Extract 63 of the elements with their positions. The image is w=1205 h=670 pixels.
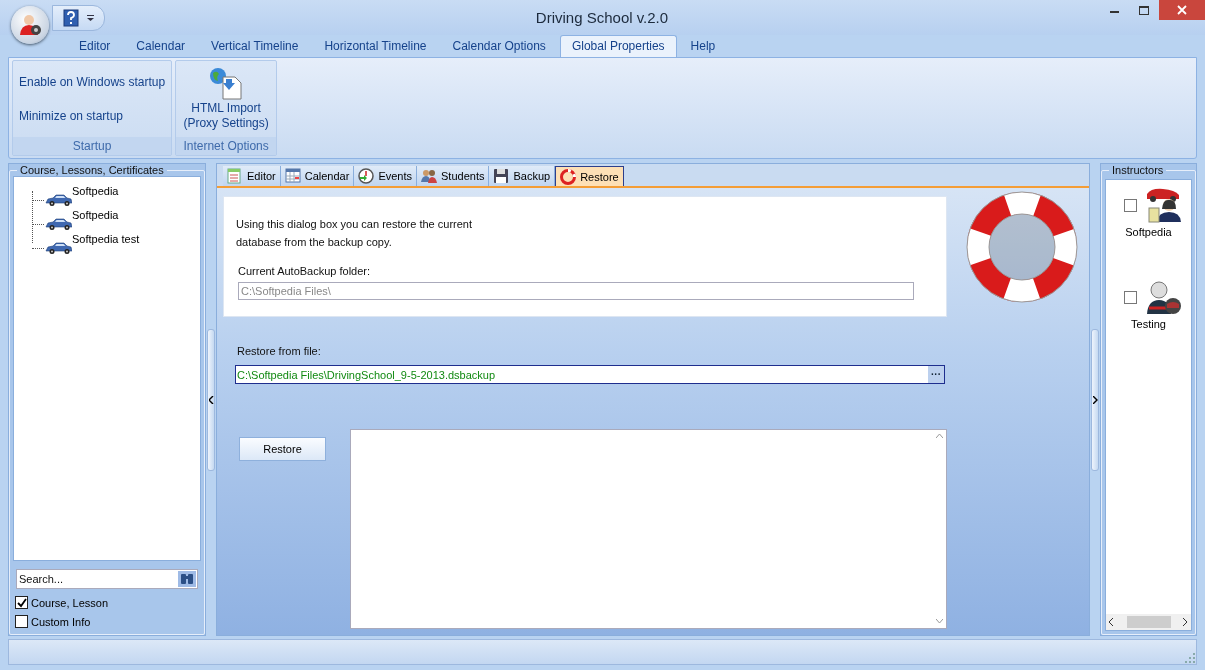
splitter-handle[interactable]	[1091, 328, 1099, 471]
checkbox-label: Custom Info	[31, 615, 91, 628]
splitter-handle[interactable]	[207, 328, 215, 471]
ribbon-tab[interactable]: Vertical Timeline	[199, 35, 311, 57]
field-label: Restore from file:	[237, 345, 322, 357]
content-tab[interactable]: Students	[417, 166, 490, 186]
students-icon	[421, 168, 438, 184]
scroll-right-icon[interactable]	[1183, 618, 1188, 626]
intro-text: Using this dialog box you can restore the current database from the backup copy.	[236, 217, 474, 250]
resize-grip-icon[interactable]	[1184, 652, 1196, 664]
checkbox-label: Course, Lesson	[31, 596, 109, 609]
panel-title: Instructors	[1111, 164, 1165, 176]
ribbon-tab[interactable]: Help	[678, 35, 728, 57]
group-label: Internet Options	[176, 137, 277, 155]
tree-item[interactable]: Softpedia test	[72, 233, 140, 245]
scroll-left-icon[interactable]	[1109, 618, 1114, 626]
backup-icon	[493, 168, 510, 184]
events-icon	[358, 168, 375, 184]
maximize-icon	[1139, 5, 1149, 15]
person-icon	[18, 13, 42, 37]
ribbon-button[interactable]: Minimize on startup	[13, 105, 172, 127]
tree-item[interactable]: Softpedia	[72, 209, 119, 221]
field-label: Current AutoBackup folder:	[238, 265, 372, 277]
html-import-button[interactable]: HTML Import (Proxy Settings)	[176, 65, 277, 133]
close-icon	[1177, 5, 1187, 15]
ribbon-tab[interactable]: Calendar	[124, 35, 198, 57]
content-tab[interactable]: Backup	[489, 166, 556, 186]
checkbox[interactable]	[15, 596, 28, 609]
input-field[interactable]: C:\Softpedia Files\	[238, 282, 914, 300]
content-tab[interactable]: Restore	[555, 166, 624, 186]
panel-title: Course, Lessons, Certificates	[19, 164, 165, 176]
car-icon	[44, 239, 72, 255]
ribbon-button[interactable]: Enable on Windows startup	[13, 71, 172, 93]
restore-button[interactable]: Restore	[239, 437, 326, 461]
tree-item[interactable]: Softpedia	[72, 185, 119, 197]
app-menu-button[interactable]	[11, 6, 49, 44]
import-document-icon	[209, 67, 244, 101]
restore-icon	[560, 168, 577, 185]
checkbox[interactable]	[1124, 290, 1137, 304]
scroll-down-icon[interactable]	[935, 619, 943, 624]
car-icon	[44, 215, 72, 231]
editor-icon	[227, 168, 243, 184]
close-button[interactable]	[1159, 0, 1205, 20]
ribbon-tab[interactable]: Horizontal Timeline	[312, 35, 439, 57]
content-tab[interactable]: Calendar	[280, 166, 355, 186]
checkbox[interactable]	[1124, 198, 1137, 212]
content-tab[interactable]: Editor	[223, 166, 281, 186]
window-title: Driving School v.2.0	[534, 9, 670, 26]
scroll-up-icon[interactable]	[935, 434, 943, 439]
checkbox[interactable]	[15, 615, 28, 628]
check-icon	[16, 597, 27, 608]
group-label: Startup	[13, 137, 172, 155]
scrollbar-thumb[interactable]	[1126, 616, 1171, 628]
content-tab[interactable]: Events	[354, 166, 418, 186]
ribbon-tab[interactable]: Calendar Options	[440, 35, 558, 57]
ribbon-tab[interactable]: Editor	[67, 35, 123, 57]
instructor-name[interactable]: Testing	[1131, 318, 1166, 330]
help-icon[interactable]	[63, 8, 79, 27]
instructor-name[interactable]: Softpedia	[1125, 226, 1172, 238]
car-icon	[44, 191, 72, 207]
dropdown-icon[interactable]	[87, 14, 94, 21]
calendar-icon	[284, 168, 301, 184]
ribbon-tab[interactable]: Global Properties	[559, 35, 677, 57]
